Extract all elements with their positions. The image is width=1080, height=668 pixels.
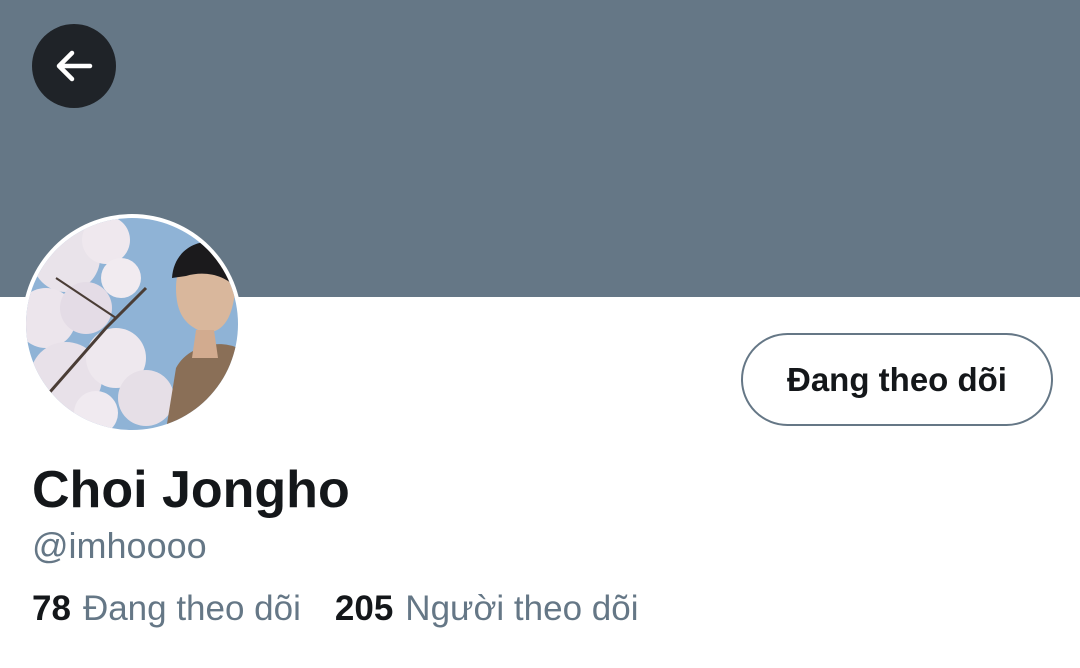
followers-count: 205 (334, 589, 394, 628)
back-button[interactable] (32, 24, 116, 108)
username-handle: @imhoooo (32, 525, 207, 566)
arrow-left-icon (56, 50, 93, 82)
profile-stats: 78 Đang theo dõi 205 Người theo dõi (32, 587, 672, 631)
display-name: Choi Jongho (32, 461, 350, 519)
following-stat[interactable]: 78 Đang theo dõi (32, 587, 301, 631)
followers-stat[interactable]: 205 Người theo dõi (335, 587, 639, 631)
following-button[interactable]: Đang theo dõi (741, 333, 1053, 426)
followers-label: Người theo dõi (405, 589, 639, 628)
avatar[interactable] (22, 214, 242, 434)
following-label: Đang theo dõi (82, 589, 301, 628)
following-count: 78 (32, 589, 71, 628)
avatar-image (26, 218, 238, 430)
